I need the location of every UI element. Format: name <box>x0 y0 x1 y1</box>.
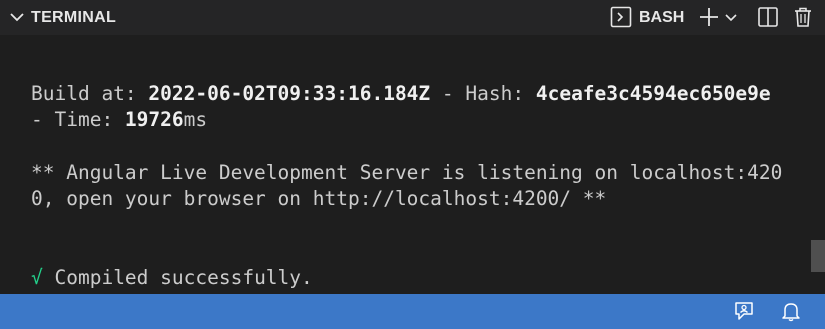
trash-icon[interactable] <box>792 6 814 28</box>
split-terminal-icon[interactable] <box>757 6 779 28</box>
server-line-2: 0, open your browser on http://localhost… <box>31 187 607 210</box>
compiled-text: Compiled successfully. <box>42 266 313 289</box>
build-date: 2022-06-02T09:33:16.184Z <box>148 82 431 105</box>
panel-title[interactable]: TERMINAL <box>31 8 116 28</box>
server-line-1: ** Angular Live Development Server is li… <box>31 161 783 184</box>
feedback-icon[interactable] <box>733 300 755 322</box>
dropdown-chevron-icon[interactable] <box>723 6 739 28</box>
status-bar <box>0 294 825 329</box>
panel-header: TERMINAL BASH <box>0 0 825 35</box>
scrollbar-thumb[interactable] <box>811 240 825 272</box>
terminal-icon[interactable] <box>610 6 632 28</box>
shell-selector[interactable]: BASH <box>639 8 684 28</box>
check-icon: √ <box>31 266 43 289</box>
build-time: 19726 <box>124 108 184 131</box>
build-hash: 4ceafe3c4594ec650e9e <box>535 82 771 105</box>
time-line: - Time: 19726ms <box>31 107 207 133</box>
terminal-output[interactable]: Build at: 2022-06-02T09:33:16.184Z - Has… <box>0 35 825 294</box>
build-label: Build at: <box>31 82 149 105</box>
terminal-panel: TERMINAL BASH Build at: 2022-06-02T09:33… <box>0 0 825 329</box>
hash-label: - Hash: <box>430 82 536 105</box>
bell-icon[interactable] <box>780 300 802 322</box>
build-line: Build at: 2022-06-02T09:33:16.184Z - Has… <box>31 81 771 107</box>
plus-icon[interactable] <box>698 6 720 28</box>
time-label: - Time: <box>31 108 125 131</box>
compiled-line: √ Compiled successfully. <box>31 265 313 291</box>
time-unit: ms <box>183 108 208 131</box>
chevron-down-icon[interactable] <box>8 8 26 26</box>
